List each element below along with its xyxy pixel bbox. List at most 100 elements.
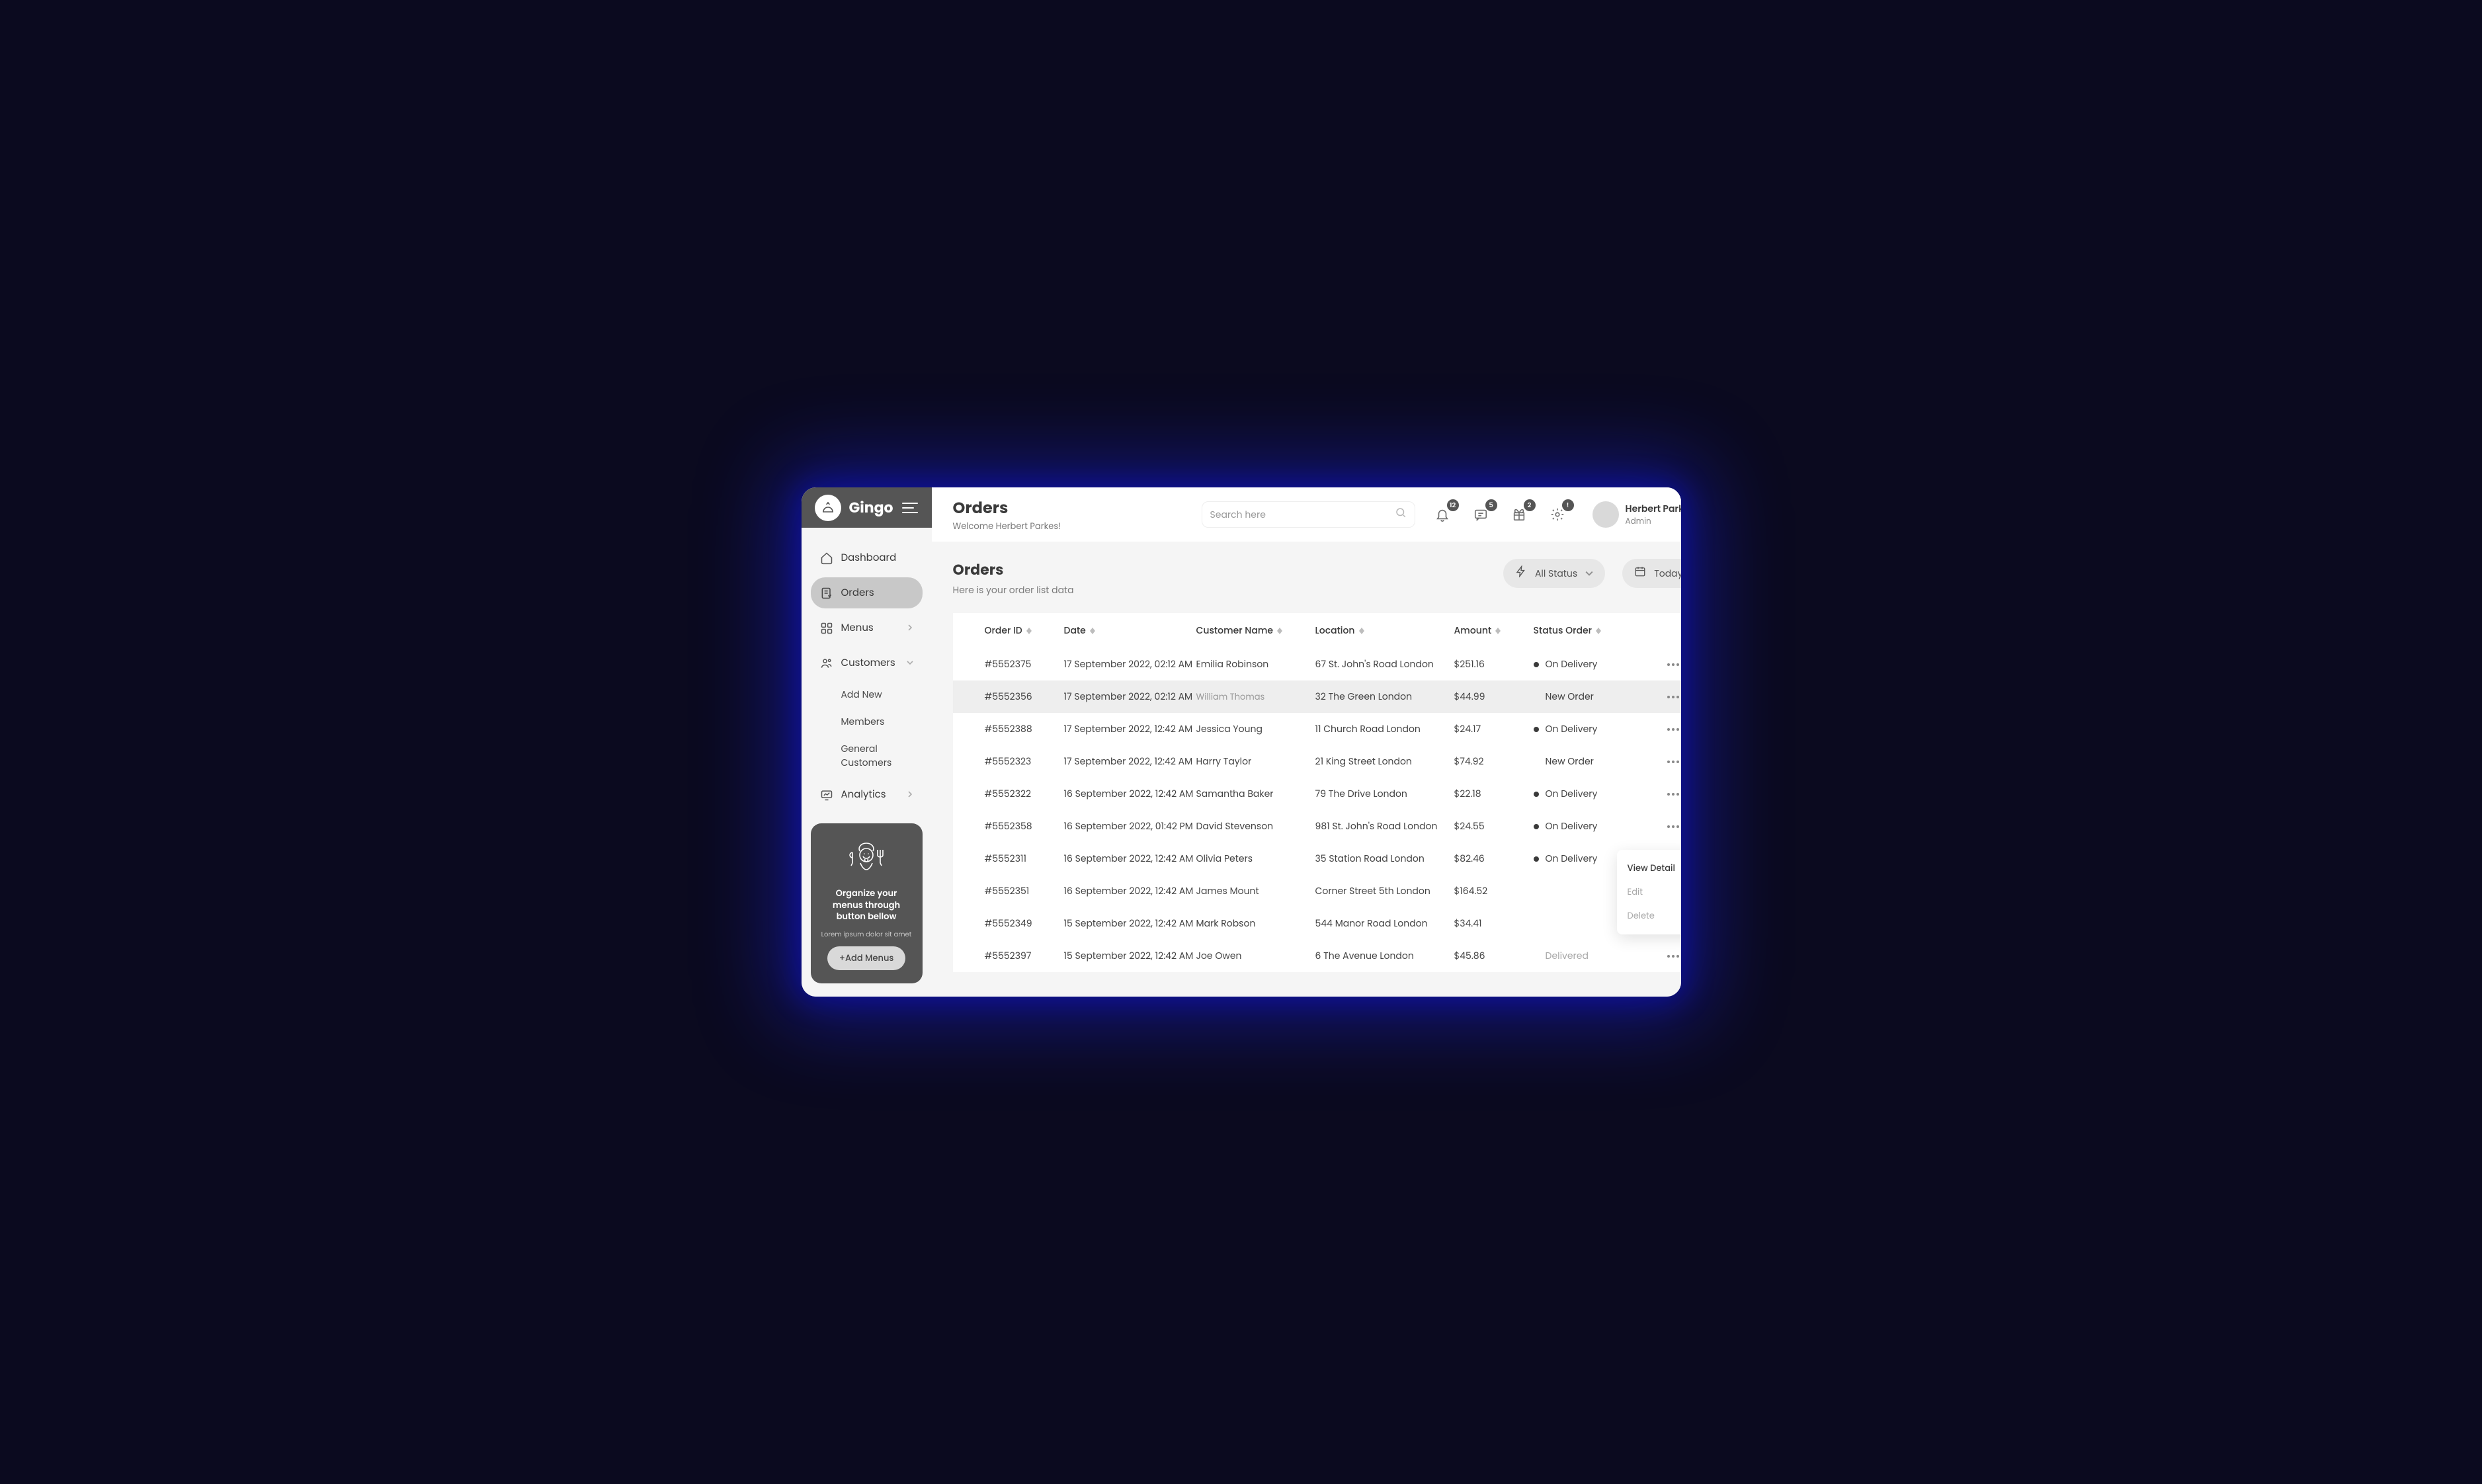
calendar-icon xyxy=(1634,565,1646,582)
page-title: Orders xyxy=(953,497,1061,520)
cell-date: 15 September 2022, 12:42 AM xyxy=(1064,917,1196,930)
add-menus-button[interactable]: +Add Menus xyxy=(827,946,906,970)
cell-status: New Order xyxy=(1534,755,1646,768)
table-row[interactable]: #555232216 September 2022, 12:42 AMSaman… xyxy=(953,778,1681,810)
cell-date: 17 September 2022, 12:42 AM xyxy=(1064,722,1196,736)
cell-location: 981 St. John's Road London xyxy=(1315,819,1454,833)
filter-date[interactable]: Today xyxy=(1622,559,1680,588)
sidebar-item-analytics[interactable]: Analytics xyxy=(811,779,923,810)
cell-customer: David Stevenson xyxy=(1196,819,1315,833)
topbar: Orders Welcome Herbert Parkes! 12 5 2 xyxy=(932,487,1681,542)
promo-subtitle: Lorem ipsum dolor sit amet xyxy=(821,929,912,940)
sidebar-sub-addnew[interactable]: Add New xyxy=(824,682,923,707)
cell-location: 79 The Drive London xyxy=(1315,787,1454,801)
messages-button[interactable]: 5 xyxy=(1469,503,1492,526)
content: Orders Here is your order list data All … xyxy=(932,542,1681,997)
orders-icon xyxy=(820,587,833,600)
cell-date: 16 September 2022, 12:42 AM xyxy=(1064,787,1196,801)
user-name: Herbert Parkes xyxy=(1626,502,1681,516)
notifications-button[interactable]: 12 xyxy=(1431,503,1454,526)
row-more-button[interactable] xyxy=(1667,663,1679,666)
cell-order-id: #5552323 xyxy=(985,755,1064,768)
orders-table: Order ID Date Customer Name Location Amo… xyxy=(953,613,1681,972)
cell-order-id: #5552388 xyxy=(985,722,1064,736)
sidebar-item-dashboard[interactable]: Dashboard xyxy=(811,542,923,573)
search-icon xyxy=(1395,507,1407,523)
chevron-right-icon xyxy=(907,787,913,802)
popup-view-detail[interactable]: View Detail xyxy=(1617,856,1681,880)
welcome-text: Welcome Herbert Parkes! xyxy=(953,520,1061,533)
chevron-down-icon xyxy=(907,655,913,671)
brand-name: Gingo xyxy=(849,497,893,518)
popup-edit[interactable]: Edit xyxy=(1617,880,1681,904)
cell-amount: $45.86 xyxy=(1454,949,1534,963)
sidebar-item-customers[interactable]: Customers xyxy=(811,647,923,679)
gift-button[interactable]: 2 xyxy=(1508,503,1530,526)
sidebar-header: Gingo xyxy=(802,487,932,528)
menu-toggle-icon[interactable] xyxy=(901,501,919,515)
table-row[interactable]: #555232317 September 2022, 12:42 AMHarry… xyxy=(953,745,1681,778)
sidebar-item-label: Orders xyxy=(841,585,874,600)
popup-delete[interactable]: Delete xyxy=(1617,904,1681,928)
cell-date: 16 September 2022, 12:42 AM xyxy=(1064,852,1196,866)
table-row[interactable]: #555238817 September 2022, 12:42 AMJessi… xyxy=(953,713,1681,745)
row-more-button[interactable] xyxy=(1667,793,1679,796)
search-input[interactable] xyxy=(1210,508,1389,522)
sidebar-item-orders[interactable]: Orders xyxy=(811,577,923,608)
status-dot-icon xyxy=(1534,727,1539,732)
cell-order-id: #5552311 xyxy=(985,852,1064,866)
th-customer[interactable]: Customer Name xyxy=(1196,624,1315,638)
cell-amount: $22.18 xyxy=(1454,787,1534,801)
cell-location: Corner Street 5th London xyxy=(1315,884,1454,898)
sidebar: Gingo Dashboard Orders Menus Customers xyxy=(802,487,932,997)
cell-customer: Samantha Baker xyxy=(1196,787,1315,801)
cell-amount: $82.46 xyxy=(1454,852,1534,866)
cell-status: Delivered xyxy=(1534,949,1646,963)
section-title: Orders xyxy=(953,559,1074,581)
status-dot-icon xyxy=(1534,662,1539,667)
th-location[interactable]: Location xyxy=(1315,624,1454,638)
sort-icon xyxy=(1596,628,1601,634)
sidebar-sub-members[interactable]: Members xyxy=(824,710,923,734)
table-row[interactable]: #555239715 September 2022, 12:42 AMJoe O… xyxy=(953,940,1681,972)
cell-order-id: #5552322 xyxy=(985,787,1064,801)
settings-button[interactable]: ! xyxy=(1546,503,1569,526)
cell-date: 17 September 2022, 02:12 AM xyxy=(1064,657,1196,671)
table-row[interactable]: #555235617 September 2022, 02:12 AMWilli… xyxy=(953,680,1681,713)
user-role: Admin xyxy=(1626,516,1681,528)
table-row[interactable]: #555235116 September 2022, 12:42 AMJames… xyxy=(953,875,1681,907)
sidebar-customers-submenu: Add New Members General Customers xyxy=(811,682,923,775)
sidebar-sub-general[interactable]: General Customers xyxy=(824,737,923,775)
table-row[interactable]: #555231116 September 2022, 12:42 AMOlivi… xyxy=(953,843,1681,875)
row-more-button[interactable] xyxy=(1667,825,1679,828)
search-box[interactable] xyxy=(1202,501,1415,528)
content-header: Orders Here is your order list data All … xyxy=(953,559,1681,597)
row-more-button[interactable] xyxy=(1667,955,1679,958)
table-row[interactable]: #555235816 September 2022, 01:42 PMDavid… xyxy=(953,810,1681,843)
table-body: #555237517 September 2022, 02:12 AMEmili… xyxy=(953,648,1681,972)
th-date[interactable]: Date xyxy=(1064,624,1196,638)
cell-order-id: #5552397 xyxy=(985,949,1064,963)
cell-status: On Delivery xyxy=(1534,819,1646,833)
cell-location: 35 Station Road London xyxy=(1315,852,1454,866)
th-status[interactable]: Status Order xyxy=(1534,624,1646,638)
table-row[interactable]: #555237517 September 2022, 02:12 AMEmili… xyxy=(953,648,1681,680)
row-more-button[interactable] xyxy=(1667,728,1679,731)
logo-icon xyxy=(815,495,841,521)
filter-status[interactable]: All Status xyxy=(1503,559,1605,588)
menus-icon xyxy=(820,622,833,635)
cell-customer: Harry Taylor xyxy=(1196,755,1315,768)
cell-amount: $34.41 xyxy=(1454,917,1534,930)
user-menu[interactable]: Herbert Parkes Admin xyxy=(1593,501,1681,528)
cell-amount: $24.55 xyxy=(1454,819,1534,833)
cell-order-id: #5552351 xyxy=(985,884,1064,898)
table-row[interactable]: #555234915 September 2022, 12:42 AMMark … xyxy=(953,907,1681,940)
cell-location: 67 St. John's Road London xyxy=(1315,657,1454,671)
row-more-button[interactable] xyxy=(1667,761,1679,763)
cell-amount: $164.52 xyxy=(1454,884,1534,898)
sort-icon xyxy=(1495,628,1501,634)
row-more-button[interactable] xyxy=(1667,696,1679,698)
th-amount[interactable]: Amount xyxy=(1454,624,1534,638)
th-order-id[interactable]: Order ID xyxy=(985,624,1064,638)
sidebar-item-menus[interactable]: Menus xyxy=(811,612,923,643)
